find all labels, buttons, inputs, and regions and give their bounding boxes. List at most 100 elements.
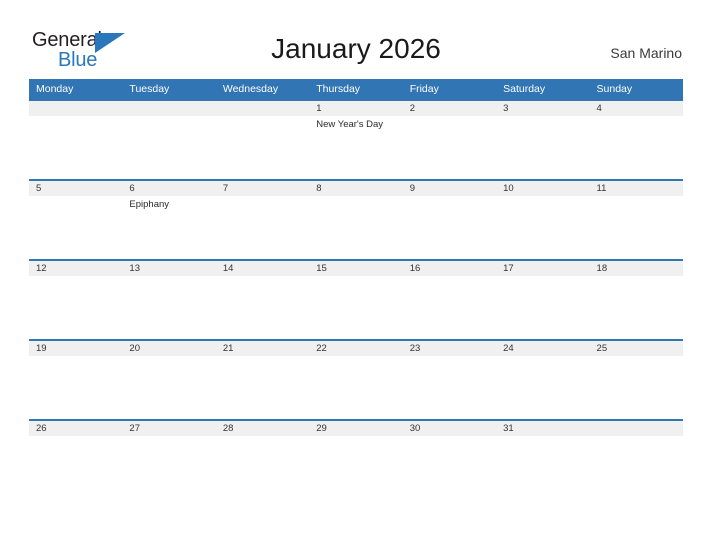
calendar-day-cell[interactable]: 20 — [122, 339, 216, 419]
day-events — [29, 356, 123, 359]
calendar-day-cell[interactable]: 28 — [215, 419, 310, 499]
day-events: Epiphany — [122, 196, 216, 211]
calendar-day-cell[interactable]: 2 — [402, 99, 497, 179]
day-events — [589, 356, 683, 359]
calendar-day-cell[interactable]: 25 — [589, 339, 683, 419]
calendar-day-cell[interactable]: 26 — [29, 419, 123, 499]
day-events — [215, 356, 310, 359]
calendar-day-cell[interactable]: 11 — [589, 179, 683, 259]
day-number: 19 — [29, 341, 123, 356]
day-number: 3 — [496, 101, 590, 116]
day-cell-inner: 10 — [496, 179, 590, 259]
day-cell-inner: 23 — [402, 339, 497, 419]
day-number-empty — [122, 101, 216, 116]
calendar-day-cell[interactable]: 19 — [29, 339, 123, 419]
day-number: 8 — [309, 181, 403, 196]
calendar-day-cell[interactable]: 9 — [402, 179, 497, 259]
day-events — [496, 356, 590, 359]
day-number: 6 — [122, 181, 216, 196]
calendar-day-cell[interactable]: 12 — [29, 259, 123, 339]
calendar-day-cell[interactable]: 17 — [496, 259, 590, 339]
calendar-day-cell[interactable]: 3 — [496, 99, 590, 179]
weekday-header-tuesday: Tuesday — [122, 79, 216, 99]
weekday-header-saturday: Saturday — [496, 79, 590, 99]
weekday-header-thursday: Thursday — [309, 79, 403, 99]
calendar-day-cell[interactable]: 30 — [402, 419, 497, 499]
calendar-week-row: 26 27 28 29 30 31 — [29, 419, 683, 499]
day-events — [589, 116, 683, 119]
day-number: 9 — [402, 181, 497, 196]
day-cell-inner: 11 — [589, 179, 683, 259]
day-events — [402, 116, 497, 119]
calendar-day-cell[interactable]: 21 — [215, 339, 310, 419]
holiday-event: New Year's Day — [316, 119, 384, 130]
calendar-day-cell[interactable]: 14 — [215, 259, 310, 339]
day-events — [496, 436, 590, 439]
region-label: San Marino — [610, 45, 682, 61]
day-events — [122, 276, 216, 279]
day-events — [402, 196, 497, 199]
day-events — [122, 436, 216, 439]
calendar-day-cell[interactable] — [29, 99, 123, 179]
calendar-day-cell[interactable] — [215, 99, 310, 179]
day-cell-inner — [122, 99, 216, 179]
day-cell-inner: 8 — [309, 179, 403, 259]
day-events — [29, 116, 123, 119]
month-calendar-table: Monday Tuesday Wednesday Thursday Friday… — [29, 79, 683, 499]
calendar-week-row: 12 13 14 15 16 17 18 — [29, 259, 683, 339]
calendar-day-cell[interactable]: 22 — [309, 339, 403, 419]
day-number: 22 — [309, 341, 403, 356]
day-cell-inner: 12 — [29, 259, 123, 339]
day-cell-inner: 19 — [29, 339, 123, 419]
day-events — [215, 116, 310, 119]
holiday-event: Epiphany — [129, 199, 170, 210]
day-number: 5 — [29, 181, 123, 196]
day-events — [496, 116, 590, 119]
calendar-day-cell[interactable]: 15 — [309, 259, 403, 339]
page-header: General Blue January 2026 San Marino — [0, 0, 712, 78]
calendar-week-row: 19 20 21 22 23 24 25 — [29, 339, 683, 419]
calendar-day-cell[interactable]: 16 — [402, 259, 497, 339]
day-cell-inner: 22 — [309, 339, 403, 419]
day-number-empty — [29, 101, 123, 116]
day-cell-inner: 27 — [122, 419, 216, 499]
day-cell-inner: 15 — [309, 259, 403, 339]
calendar-day-cell[interactable]: 27 — [122, 419, 216, 499]
calendar-day-cell[interactable]: 5 — [29, 179, 123, 259]
day-number: 28 — [215, 421, 310, 436]
day-cell-inner: 9 — [402, 179, 497, 259]
calendar-day-cell[interactable]: 7 — [215, 179, 310, 259]
day-number: 16 — [402, 261, 497, 276]
page-title: January 2026 — [271, 33, 441, 64]
calendar-day-cell[interactable]: 1 New Year's Day — [309, 99, 403, 179]
calendar-day-cell[interactable]: 8 — [309, 179, 403, 259]
day-number: 17 — [496, 261, 590, 276]
calendar-day-cell[interactable]: 4 — [589, 99, 683, 179]
calendar-day-cell[interactable]: 31 — [496, 419, 590, 499]
day-cell-inner: 6 Epiphany — [122, 179, 216, 259]
calendar-day-cell[interactable]: 10 — [496, 179, 590, 259]
calendar-page: General Blue January 2026 San Marino Mon… — [0, 0, 712, 550]
day-cell-inner: 18 — [589, 259, 683, 339]
calendar-day-cell[interactable] — [122, 99, 216, 179]
calendar-day-cell[interactable]: 23 — [402, 339, 497, 419]
calendar-header-row-group: Monday Tuesday Wednesday Thursday Friday… — [29, 79, 683, 99]
day-events — [402, 356, 497, 359]
day-number: 24 — [496, 341, 590, 356]
day-cell-inner: 25 — [589, 339, 683, 419]
day-events — [29, 196, 123, 199]
calendar-day-cell[interactable] — [589, 419, 683, 499]
calendar-day-cell[interactable]: 29 — [309, 419, 403, 499]
weekday-header-monday: Monday — [29, 79, 123, 99]
calendar-day-cell[interactable]: 6 Epiphany — [122, 179, 216, 259]
calendar-day-cell[interactable]: 24 — [496, 339, 590, 419]
calendar-day-cell[interactable]: 13 — [122, 259, 216, 339]
weekday-header-sunday: Sunday — [589, 79, 683, 99]
day-events — [402, 436, 497, 439]
day-cell-inner: 14 — [215, 259, 310, 339]
calendar-day-cell[interactable]: 18 — [589, 259, 683, 339]
day-events — [309, 276, 403, 279]
day-cell-inner — [589, 419, 683, 499]
day-number: 2 — [402, 101, 497, 116]
day-number: 15 — [309, 261, 403, 276]
